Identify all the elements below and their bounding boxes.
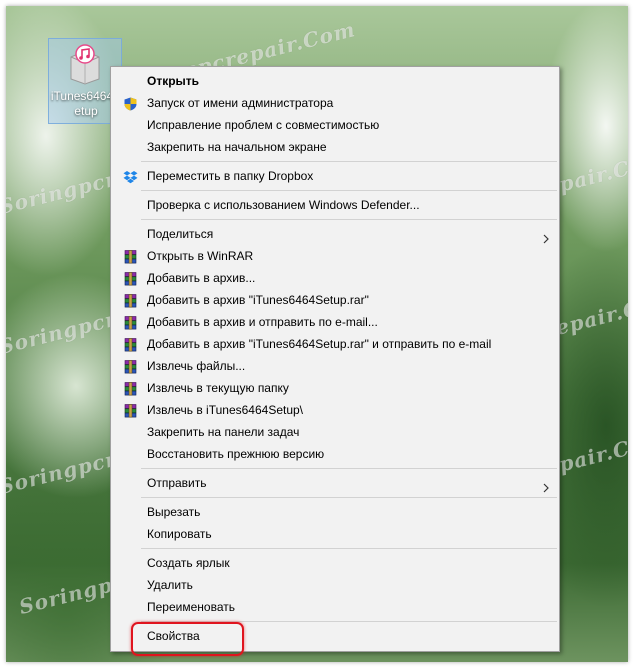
menu-item-label: Добавить в архив и отправить по e-mail..…	[147, 315, 378, 329]
winrar-icon	[123, 249, 138, 264]
menu-item-0-2[interactable]: Исправление проблем с совместимостью	[111, 114, 559, 136]
menu-separator	[141, 468, 557, 469]
menu-item-label: Создать ярлык	[147, 556, 230, 570]
menu-item-2-0[interactable]: Проверка с использованием Windows Defend…	[111, 194, 559, 216]
menu-item-3-2[interactable]: Добавить в архив...	[111, 267, 559, 289]
menu-item-label: Переименовать	[147, 600, 235, 614]
menu-item-label: Копировать	[147, 527, 212, 541]
menu-item-4-0[interactable]: Отправить	[111, 472, 559, 494]
dropbox-icon	[123, 169, 138, 184]
menu-item-6-0[interactable]: Создать ярлык	[111, 552, 559, 574]
menu-item-1-0[interactable]: Переместить в папку Dropbox	[111, 165, 559, 187]
menu-item-label: Закрепить на начальном экране	[147, 140, 327, 154]
menu-item-label: Извлечь файлы...	[147, 359, 246, 373]
menu-item-label: Извлечь в iTunes6464Setup\	[147, 403, 304, 417]
chevron-right-icon	[541, 229, 551, 244]
menu-item-label: Вырезать	[147, 505, 201, 519]
menu-item-label: Поделиться	[147, 227, 214, 241]
menu-item-3-3[interactable]: Добавить в архив "iTunes6464Setup.rar"	[111, 289, 559, 311]
winrar-icon	[123, 293, 138, 308]
menu-item-label: Добавить в архив "iTunes6464Setup.rar"	[147, 293, 369, 307]
menu-item-label: Добавить в архив...	[147, 271, 256, 285]
menu-item-3-8[interactable]: Извлечь в iTunes6464Setup\	[111, 399, 559, 421]
menu-item-3-0[interactable]: Поделиться	[111, 223, 559, 245]
context-menu: Открыть Запуск от имени администратора Исп…	[110, 66, 560, 652]
menu-item-label: Добавить в архив "iTunes6464Setup.rar" и…	[147, 337, 492, 351]
menu-separator	[141, 161, 557, 162]
highlight-frame	[131, 622, 244, 656]
menu-item-label: Отправить	[147, 476, 207, 490]
winrar-icon	[123, 359, 138, 374]
menu-separator	[141, 190, 557, 191]
menu-item-0-0[interactable]: Открыть	[111, 70, 559, 92]
chevron-right-icon	[541, 478, 551, 493]
menu-item-3-9[interactable]: Закрепить на панели задач	[111, 421, 559, 443]
menu-item-6-2[interactable]: Переименовать	[111, 596, 559, 618]
menu-item-0-3[interactable]: Закрепить на начальном экране	[111, 136, 559, 158]
menu-item-5-1[interactable]: Копировать	[111, 523, 559, 545]
menu-item-0-1[interactable]: Запуск от имени администратора	[111, 92, 559, 114]
menu-item-label: Исправление проблем с совместимостью	[147, 118, 380, 132]
menu-item-label: Удалить	[147, 578, 193, 592]
menu-item-3-5[interactable]: Добавить в архив "iTunes6464Setup.rar" и…	[111, 333, 559, 355]
menu-item-label: Проверка с использованием Windows Defend…	[147, 198, 420, 212]
winrar-icon	[123, 337, 138, 352]
menu-item-3-1[interactable]: Открыть в WinRAR	[111, 245, 559, 267]
winrar-icon	[123, 403, 138, 418]
menu-item-label: Восстановить прежнюю версию	[147, 447, 325, 461]
winrar-icon	[123, 381, 138, 396]
menu-item-3-10[interactable]: Восстановить прежнюю версию	[111, 443, 559, 465]
itunes-installer-icon	[70, 44, 100, 85]
menu-separator	[141, 497, 557, 498]
menu-item-3-7[interactable]: Извлечь в текущую папку	[111, 377, 559, 399]
menu-item-3-6[interactable]: Извлечь файлы...	[111, 355, 559, 377]
menu-item-label: Открыть	[147, 74, 200, 88]
menu-separator	[141, 548, 557, 549]
menu-item-6-1[interactable]: Удалить	[111, 574, 559, 596]
menu-separator	[141, 219, 557, 220]
menu-item-label: Переместить в папку Dropbox	[147, 169, 314, 183]
winrar-icon	[123, 271, 138, 286]
uac-shield-icon	[123, 96, 138, 111]
menu-item-3-4[interactable]: Добавить в архив и отправить по e-mail..…	[111, 311, 559, 333]
menu-item-label: Извлечь в текущую папку	[147, 381, 289, 395]
menu-item-label: Запуск от имени администратора	[147, 96, 334, 110]
menu-item-label: Закрепить на панели задач	[147, 425, 300, 439]
winrar-icon	[123, 315, 138, 330]
menu-item-5-0[interactable]: Вырезать	[111, 501, 559, 523]
menu-item-label: Открыть в WinRAR	[147, 249, 254, 263]
